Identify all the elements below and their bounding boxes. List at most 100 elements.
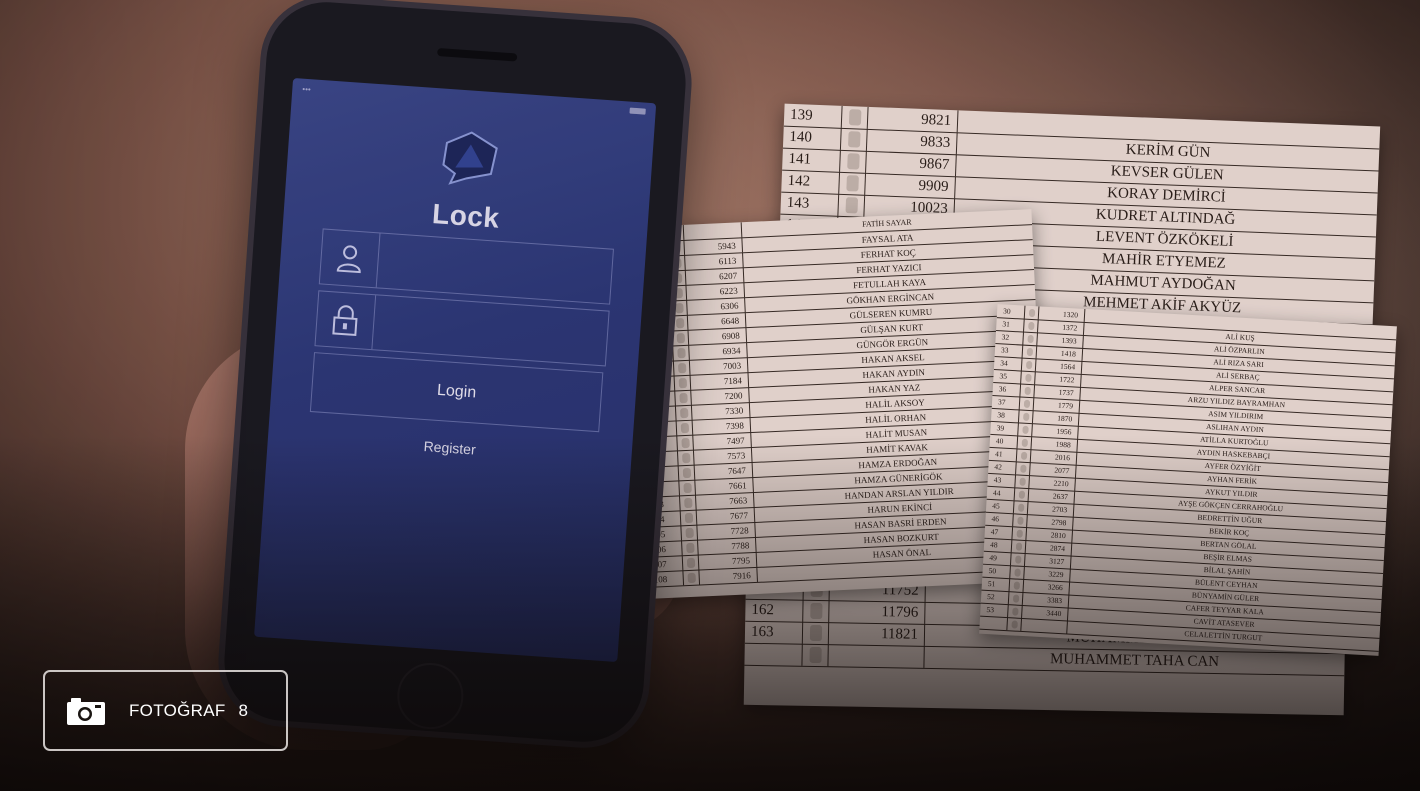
row-checkbox-cell xyxy=(840,127,868,151)
row-number: 140 xyxy=(782,125,842,150)
row-checkbox-cell xyxy=(678,464,696,481)
row-checkbox-cell xyxy=(1013,513,1028,528)
checkbox-mark xyxy=(848,109,861,126)
row-checkbox-cell xyxy=(676,419,694,436)
row-checkbox-cell xyxy=(802,621,830,645)
row-checkbox-cell xyxy=(1016,461,1031,476)
bylock-logo-icon xyxy=(442,131,498,185)
checkbox-mark xyxy=(1022,412,1030,421)
news-photo-stage: 139 9821 140 9833 KERİM GÜN 141 9867 KEVSER GÜL… xyxy=(0,0,1420,791)
row-checkbox-cell xyxy=(670,284,688,301)
row-checkbox-cell xyxy=(839,171,867,195)
login-button[interactable]: Login xyxy=(309,352,604,433)
checkbox-mark xyxy=(1020,451,1027,460)
gallery-label: FOTOĞRAF xyxy=(129,700,226,720)
checkbox-mark xyxy=(1026,334,1034,343)
checkbox-mark xyxy=(1018,490,1025,499)
checkbox-mark xyxy=(1010,619,1018,629)
row-checkbox-cell xyxy=(1022,344,1038,359)
row-checkbox-cell xyxy=(1008,604,1023,618)
checkbox-mark xyxy=(1024,386,1031,395)
row-number: 143 xyxy=(780,191,840,216)
checkbox-mark xyxy=(1013,567,1021,577)
checkbox-mark xyxy=(682,467,691,478)
row-number xyxy=(744,642,803,666)
row-checkbox-cell xyxy=(680,509,698,526)
row-code xyxy=(1021,617,1068,634)
checkbox-mark xyxy=(1024,373,1032,382)
row-checkbox-cell xyxy=(1014,487,1030,502)
row-number: 108 xyxy=(647,570,685,587)
row-checkbox-cell xyxy=(1021,357,1037,372)
checkbox-mark xyxy=(847,131,861,148)
row-number: 139 xyxy=(783,103,843,128)
row-code: 7916 xyxy=(699,566,758,585)
checkbox-mark xyxy=(845,175,859,192)
row-checkbox-cell xyxy=(1011,539,1027,554)
checkbox-mark xyxy=(677,362,686,373)
camera-icon xyxy=(67,697,105,725)
checkbox-mark xyxy=(673,272,682,283)
row-checkbox-cell xyxy=(1015,474,1031,489)
checkbox-mark xyxy=(683,497,693,508)
row-checkbox-cell xyxy=(1024,318,1039,333)
row-checkbox-cell xyxy=(1019,396,1035,411)
battery-icon xyxy=(629,107,646,115)
row-checkbox-cell xyxy=(682,539,699,556)
row-checkbox-cell xyxy=(1016,448,1032,463)
row-checkbox-cell xyxy=(1008,591,1024,605)
row-checkbox-cell xyxy=(671,314,689,331)
row-checkbox-cell xyxy=(672,329,690,346)
row-checkbox-cell xyxy=(675,389,692,406)
username-input[interactable] xyxy=(386,244,603,293)
row-checkbox-cell xyxy=(1009,578,1025,592)
row-checkbox-cell xyxy=(1017,435,1033,450)
lock-icon xyxy=(315,291,377,350)
checkbox-mark xyxy=(1011,606,1019,616)
checkbox-mark xyxy=(1017,503,1024,512)
checkbox-mark xyxy=(678,392,688,403)
checkbox-mark xyxy=(680,422,689,433)
checkbox-mark xyxy=(1016,516,1024,525)
checkbox-mark xyxy=(672,257,682,268)
password-input[interactable] xyxy=(382,305,598,355)
checkbox-mark xyxy=(1013,580,1020,590)
checkbox-mark xyxy=(1023,399,1030,408)
photo-gallery-button[interactable]: FOTOĞRAF 8 xyxy=(43,670,288,751)
checkbox-mark xyxy=(685,542,695,553)
checkbox-mark xyxy=(678,377,687,388)
paper-list-right: 30 1320 31 1372 ALİ KUŞ 32 1393 ALİ ÖZPARLIN 33 1… xyxy=(979,304,1397,656)
checkbox-mark xyxy=(1014,554,1022,564)
checkbox-mark xyxy=(679,407,688,418)
row-checkbox-cell xyxy=(1023,331,1039,346)
checkbox-mark xyxy=(686,572,696,583)
row-number: 141 xyxy=(782,147,841,172)
phone-screen: ••• Lock Login Register xyxy=(254,77,657,663)
register-link[interactable]: Register xyxy=(268,427,632,468)
row-checkbox-cell xyxy=(1010,552,1026,567)
checkbox-mark xyxy=(676,347,686,358)
user-icon xyxy=(319,229,381,288)
row-checkbox-cell xyxy=(681,524,699,541)
row-code: 11821 xyxy=(828,622,926,646)
checkbox-mark xyxy=(1027,321,1035,330)
row-number: 162 xyxy=(745,598,804,622)
checkbox-mark xyxy=(676,332,685,343)
row-code xyxy=(828,644,925,668)
home-button xyxy=(395,660,466,732)
row-checkbox-cell xyxy=(840,149,867,173)
checkbox-mark xyxy=(674,287,683,298)
row-number xyxy=(979,615,1009,631)
row-checkbox-cell xyxy=(1024,305,1040,320)
checkbox-mark xyxy=(680,437,690,448)
row-code: 11796 xyxy=(829,600,926,624)
row-checkbox-cell xyxy=(1018,422,1033,437)
row-checkbox-cell xyxy=(679,494,697,511)
checkbox-mark xyxy=(1016,529,1023,538)
row-checkbox-cell xyxy=(1010,565,1025,580)
checkbox-mark xyxy=(1021,438,1028,447)
row-checkbox-cell xyxy=(674,374,692,391)
checkbox-mark xyxy=(809,602,823,620)
checkbox-mark xyxy=(1025,360,1032,369)
checkbox-mark xyxy=(1019,464,1027,473)
